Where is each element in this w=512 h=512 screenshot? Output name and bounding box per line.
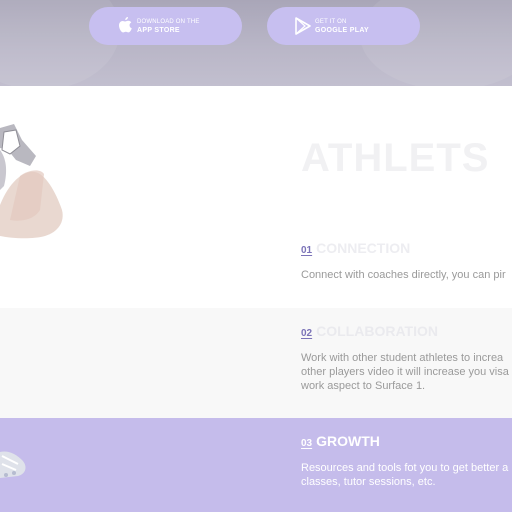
section-title: ATHLETS bbox=[301, 136, 490, 180]
athlete-shoe-image bbox=[0, 451, 26, 478]
feature-text-line: work aspect to Surface 1. bbox=[301, 380, 426, 392]
apple-icon bbox=[117, 16, 133, 36]
google-play-text: GET IT ON GOOGLE PLAY bbox=[315, 18, 369, 35]
feature-heading-collaboration: 02 COLLABORATION bbox=[301, 323, 438, 339]
google-play-button[interactable]: GET IT ON GOOGLE PLAY bbox=[267, 7, 420, 45]
feature-title: GROWTH bbox=[316, 433, 380, 449]
athlete-arm-image bbox=[0, 124, 63, 239]
feature-text-line: Resources and tools fot you to get bette… bbox=[301, 462, 509, 474]
app-store-small-label: DOWNLOAD ON THE bbox=[137, 19, 200, 25]
hero-banner: DOWNLOAD ON THE APP STORE GET IT ON GOOG… bbox=[0, 0, 512, 86]
feature-number: 02 bbox=[301, 328, 313, 339]
play-store-icon bbox=[295, 16, 311, 36]
feature-number: 03 bbox=[301, 438, 313, 449]
feature-text-line: Work with other student athletes to incr… bbox=[301, 352, 504, 364]
feature-number: 01 bbox=[301, 245, 313, 256]
feature-heading-growth: 03 GROWTH bbox=[301, 433, 380, 449]
google-play-small-label: GET IT ON bbox=[315, 19, 347, 25]
app-store-button[interactable]: DOWNLOAD ON THE APP STORE bbox=[89, 7, 242, 45]
google-play-label: GOOGLE PLAY bbox=[315, 27, 369, 34]
feature-title: COLLABORATION bbox=[316, 323, 438, 339]
app-store-text: DOWNLOAD ON THE APP STORE bbox=[137, 18, 200, 35]
feature-description-connection: Connect with coaches directly, you can p… bbox=[301, 268, 506, 282]
feature-text-line: classes, tutor sessions, etc. bbox=[301, 476, 436, 488]
feature-description-collaboration: Work with other student athletes to incr… bbox=[301, 351, 509, 393]
feature-heading-connection: 01 CONNECTION bbox=[301, 240, 410, 256]
feature-text-line: other players video it will increase you… bbox=[301, 366, 509, 378]
feature-text-line: Connect with coaches directly, you can p… bbox=[301, 269, 506, 281]
app-store-label: APP STORE bbox=[137, 27, 180, 34]
feature-title: CONNECTION bbox=[316, 240, 411, 256]
feature-description-growth: Resources and tools fot you to get bette… bbox=[301, 461, 508, 489]
